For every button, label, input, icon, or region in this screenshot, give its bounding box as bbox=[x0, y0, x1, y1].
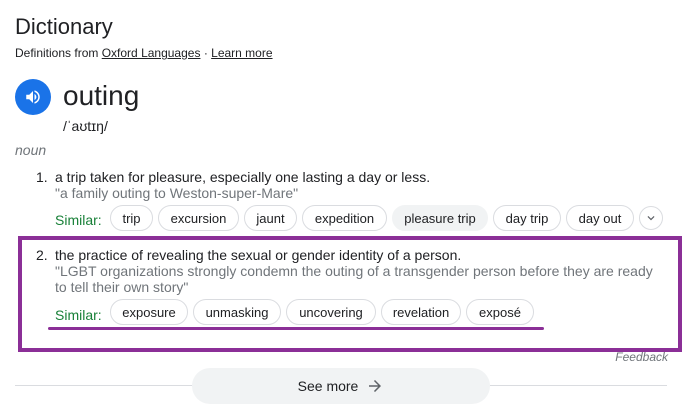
highlight-underline bbox=[48, 327, 544, 330]
speaker-icon bbox=[24, 88, 42, 106]
expand-similar-button[interactable] bbox=[639, 206, 663, 230]
similar-chip-excursion[interactable]: excursion bbox=[158, 205, 239, 231]
chevron-down-icon bbox=[644, 211, 658, 225]
definition-example-line2: to tell their own story" bbox=[55, 279, 189, 295]
arrow-right-icon bbox=[358, 377, 384, 395]
similar-chip-jaunt[interactable]: jaunt bbox=[244, 205, 297, 231]
divider-left bbox=[15, 385, 193, 386]
see-more-button[interactable]: See more bbox=[192, 368, 490, 404]
source-prefix: Definitions from bbox=[15, 46, 99, 60]
see-more-label: See more bbox=[297, 378, 359, 394]
pronunciation-button[interactable] bbox=[15, 79, 51, 115]
similar-chip-trip[interactable]: trip bbox=[110, 205, 153, 231]
similar-chip-exposure[interactable]: exposure bbox=[110, 299, 188, 325]
similar-chip-revelation[interactable]: revelation bbox=[381, 299, 461, 325]
similar-chip-pleasure-trip[interactable]: pleasure trip bbox=[392, 205, 488, 231]
definition-text: the practice of revealing the sexual or … bbox=[55, 247, 462, 263]
similar-chip-expedition[interactable]: expedition bbox=[302, 205, 387, 231]
oxford-languages-link[interactable]: Oxford Languages bbox=[102, 46, 201, 60]
feedback-link[interactable]: Feedback bbox=[615, 350, 668, 364]
similar-chip-uncovering[interactable]: uncovering bbox=[286, 299, 376, 325]
definition-text: a trip taken for pleasure, especially on… bbox=[55, 169, 431, 185]
part-of-speech: noun bbox=[15, 142, 47, 158]
divider-right bbox=[490, 385, 667, 386]
similar-chip-expose[interactable]: exposé bbox=[466, 299, 534, 325]
similar-chip-day-trip[interactable]: day trip bbox=[493, 205, 561, 231]
definition-number: 1. bbox=[36, 169, 48, 185]
definition-example: "a family outing to Weston-super-Mare" bbox=[55, 185, 299, 201]
source-separator: · bbox=[203, 46, 208, 60]
dictionary-title: Dictionary bbox=[15, 14, 113, 39]
source-line: Definitions from Oxford Languages · Lear… bbox=[15, 46, 273, 60]
similar-label: Similar: bbox=[55, 307, 102, 323]
phonetic-spelling: /ˈaʊtɪŋ/ bbox=[63, 118, 108, 134]
definition-example-line1: "LGBT organizations strongly condemn the… bbox=[55, 263, 653, 279]
similar-label: Similar: bbox=[55, 212, 102, 228]
similar-chip-unmasking[interactable]: unmasking bbox=[193, 299, 281, 325]
similar-chip-day-out[interactable]: day out bbox=[566, 205, 634, 231]
headword: outing bbox=[63, 80, 140, 111]
definition-number: 2. bbox=[36, 247, 48, 263]
learn-more-link[interactable]: Learn more bbox=[211, 46, 272, 60]
